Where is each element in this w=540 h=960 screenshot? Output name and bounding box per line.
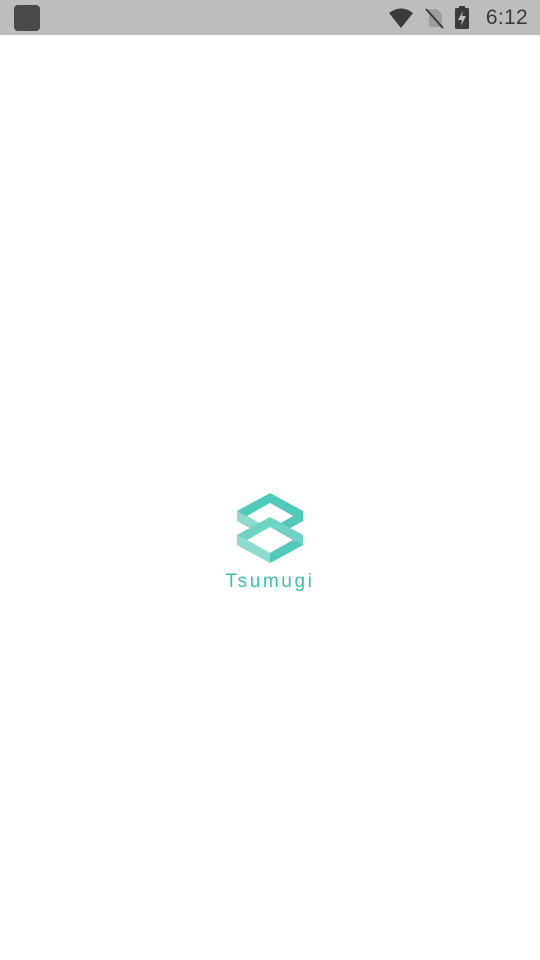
app-name: Tsumugi [225, 571, 315, 592]
status-clock: 6:12 [485, 5, 528, 29]
status-bar: 6:12 [0, 0, 540, 35]
no-sim-icon [424, 7, 444, 29]
splash-screen: Tsumugi [0, 35, 540, 960]
app-notification-icon [14, 5, 40, 31]
tsumugi-logo-icon [237, 493, 303, 563]
wifi-icon [388, 7, 414, 29]
app-logo-lockup: Tsumugi [0, 491, 540, 593]
status-icons: 6:12 [388, 0, 528, 35]
battery-charging-icon [454, 5, 470, 30]
